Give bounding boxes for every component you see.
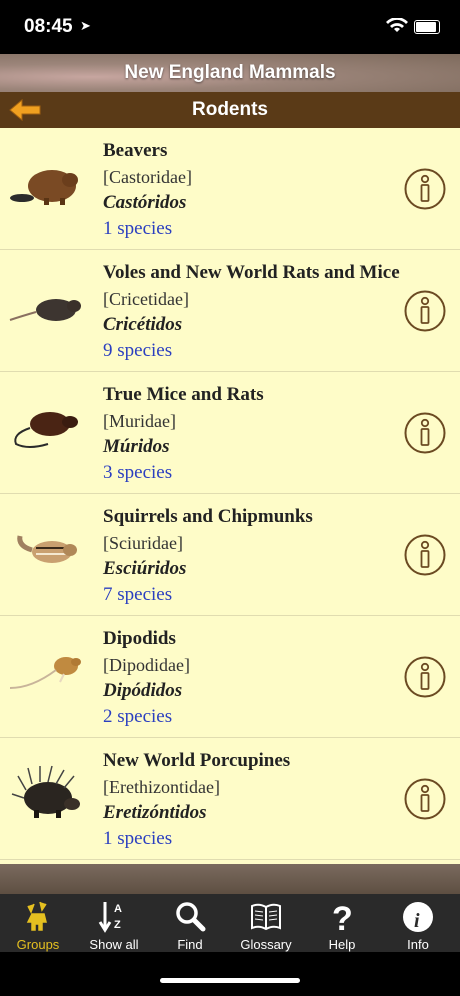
jumping-mouse-icon — [9, 657, 81, 689]
app-title-bar: New England Mammals — [0, 54, 460, 92]
spanish-name: Dipódidos — [103, 680, 183, 701]
chipmunk-icon — [17, 535, 77, 563]
species-count-link[interactable]: 2 species — [103, 704, 410, 730]
species-count-link[interactable]: 1 species — [103, 826, 410, 852]
info-icon[interactable] — [404, 412, 446, 454]
spanish-name: Eretizóntidos — [103, 802, 207, 823]
svg-text:i: i — [414, 910, 420, 932]
info-icon: i — [403, 902, 433, 932]
question-icon: ? — [332, 900, 353, 934]
section-header: Rodents — [0, 92, 460, 128]
info-icon[interactable] — [404, 534, 446, 576]
info-icon[interactable] — [404, 656, 446, 698]
tab-label: Help — [328, 937, 356, 952]
beaver-icon — [10, 170, 78, 205]
tab-label: Show all — [89, 937, 139, 952]
family-list: Beavers [Castoridae] Castóridos 1 specie… — [0, 128, 460, 864]
porcupine-icon — [11, 765, 80, 818]
info-icon[interactable] — [404, 168, 446, 210]
list-item[interactable]: Squirrels and Chipmunks [Sciuridae] Esci… — [0, 494, 460, 616]
family-name: [Erethizontidae] — [103, 777, 220, 797]
status-bar: 08:45 ➤ — [0, 0, 460, 54]
family-name: [Muridae] — [103, 411, 176, 431]
book-icon — [251, 903, 281, 931]
list-item[interactable]: Dipodids [Dipodidae] Dipódidos 2 species — [0, 616, 460, 738]
spanish-name: Cricétidos — [103, 314, 183, 335]
spanish-name: Esciúridos — [103, 558, 187, 579]
group-name: New World Porcupines — [103, 750, 291, 771]
section-title: Rodents — [192, 99, 268, 120]
battery-icon — [414, 20, 440, 34]
search-icon — [176, 902, 206, 932]
tab-label: Find — [177, 937, 203, 952]
family-name: [Dipodidae] — [103, 655, 190, 675]
tab-find[interactable]: Find — [152, 894, 228, 952]
species-count-link[interactable]: 3 species — [103, 460, 410, 486]
vole-icon — [9, 299, 81, 321]
group-name: Dipodids — [103, 628, 176, 649]
rat-icon — [14, 412, 78, 448]
tab-label: Info — [407, 937, 429, 952]
home-indicator[interactable] — [160, 978, 300, 983]
info-icon[interactable] — [404, 290, 446, 332]
species-count-link[interactable]: 7 species — [103, 582, 410, 608]
home-indicator-area — [0, 952, 460, 996]
tab-help[interactable]: ? Help — [304, 894, 380, 952]
group-name: True Mice and Rats — [103, 384, 264, 405]
family-name: [Sciuridae] — [103, 533, 183, 553]
species-count-link[interactable]: 9 species — [103, 338, 410, 364]
group-name: Voles and New World Rats and Mice — [103, 262, 400, 283]
list-item[interactable]: Beavers [Castoridae] Castóridos 1 specie… — [0, 128, 460, 250]
family-name: [Castoridae] — [103, 167, 192, 187]
list-item[interactable]: Voles and New World Rats and Mice [Crice… — [0, 250, 460, 372]
info-icon[interactable] — [404, 778, 446, 820]
svg-text:Z: Z — [114, 919, 121, 931]
spanish-name: Castóridos — [103, 192, 187, 213]
svg-text:?: ? — [332, 900, 353, 934]
sort-az-icon: A Z — [98, 902, 122, 933]
back-arrow-icon[interactable] — [8, 98, 42, 122]
tab-show-all[interactable]: A Z Show all — [76, 894, 152, 952]
status-time: 08:45 — [24, 16, 73, 37]
background-photo-strip — [0, 864, 460, 894]
tab-glossary[interactable]: Glossary — [228, 894, 304, 952]
groups-icon — [26, 901, 47, 931]
group-name: Beavers — [103, 140, 168, 161]
wifi-icon — [386, 18, 408, 32]
app-title: New England Mammals — [124, 62, 336, 83]
tab-info[interactable]: i Info — [380, 894, 456, 952]
tab-groups[interactable]: Groups — [0, 894, 76, 952]
spanish-name: Múridos — [103, 436, 170, 457]
list-item[interactable]: New World Porcupines [Erethizontidae] Er… — [0, 738, 460, 860]
species-count-link[interactable]: 1 species — [103, 216, 410, 242]
tab-label: Groups — [16, 937, 60, 952]
family-name: [Cricetidae] — [103, 289, 189, 309]
tab-bar: Groups A Z Show all Find Glossary ? Help — [0, 894, 460, 952]
group-name: Squirrels and Chipmunks — [103, 506, 313, 527]
tab-label: Glossary — [240, 937, 292, 952]
location-arrow-icon: ➤ — [80, 18, 91, 33]
list-item[interactable]: True Mice and Rats [Muridae] Múridos 3 s… — [0, 372, 460, 494]
svg-text:A: A — [114, 903, 122, 915]
